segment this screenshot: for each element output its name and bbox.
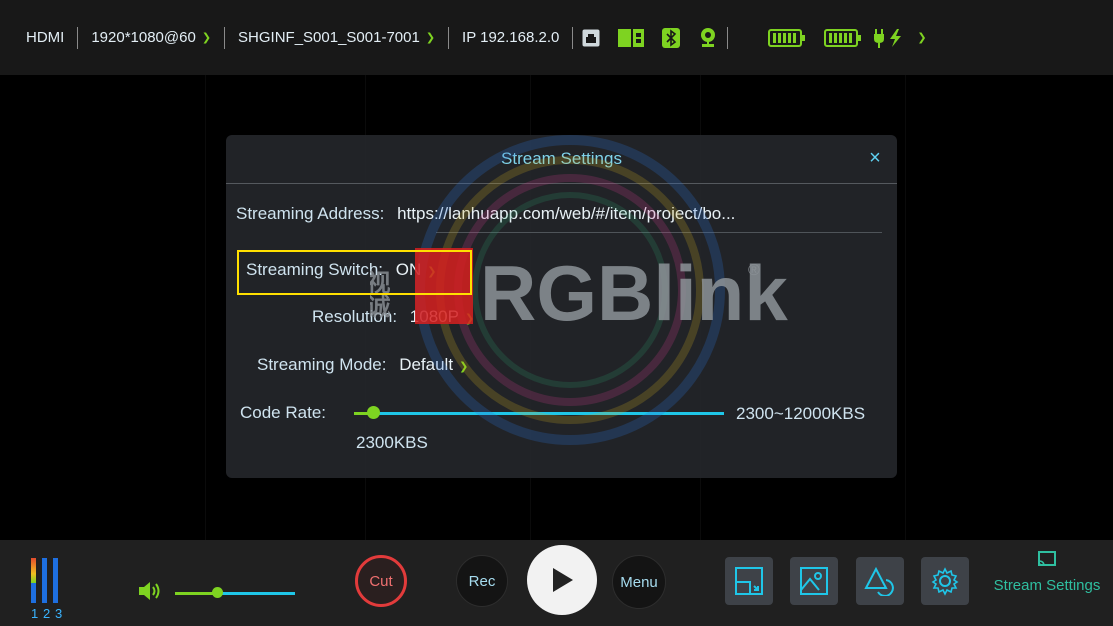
ip-address: IP 192.168.2.0 (462, 29, 560, 46)
volume-fill (175, 592, 217, 595)
volume-icon[interactable] (137, 580, 161, 607)
streaming-address-label: Streaming Address: (236, 204, 385, 223)
separator (727, 26, 729, 49)
format-label: 1920*1080@60 (91, 29, 196, 46)
meter-label-2: 2 (43, 606, 51, 621)
audio-meter-1 (31, 558, 36, 603)
format-selector[interactable]: 1920*1080@60 ❯ (78, 29, 224, 46)
streaming-mode-row: Streaming Mode: Default ❯ (257, 355, 468, 375)
image-icon (800, 567, 828, 595)
device-id-label: SHGINF_S001_S001-7001 (238, 29, 420, 46)
cast-icon (1038, 551, 1056, 567)
dialog-title: Stream Settings (226, 135, 897, 184)
rec-button[interactable]: Rec (456, 555, 508, 607)
ethernet-icon[interactable] (582, 29, 600, 47)
status-bar: HDMI 1920*1080@60 ❯ SHGINF_S001_S001-700… (0, 0, 1113, 75)
shapes-icon (864, 566, 894, 596)
close-icon[interactable]: × (865, 148, 885, 168)
chevron-right-icon: ❯ (464, 313, 475, 325)
address-underline (436, 232, 882, 233)
audio-meter-3 (53, 558, 58, 603)
code-rate-thumb[interactable] (366, 406, 380, 419)
stream-settings-button[interactable]: Stream Settings (982, 550, 1112, 594)
code-rate-label: Code Rate: (240, 403, 326, 422)
image-button[interactable] (790, 557, 838, 605)
webcam-icon[interactable] (698, 27, 718, 49)
volume-thumb[interactable] (212, 587, 223, 598)
sd-card-icon[interactable] (618, 28, 645, 47)
gear-icon (931, 567, 959, 596)
resolution-row: Resolution: 1080P ❯ (312, 307, 474, 327)
play-button[interactable] (527, 545, 597, 615)
chevron-right-icon[interactable]: ❯ (917, 31, 926, 44)
chevron-right-icon: ❯ (459, 361, 469, 373)
shapes-button[interactable] (856, 557, 904, 605)
meter-label-1: 1 (31, 606, 39, 621)
audio-meter-2 (42, 558, 47, 603)
chevron-right-icon: ❯ (201, 32, 212, 44)
resolution-value[interactable]: 1080P ❯ (410, 307, 474, 326)
bottom-control-bar: 1 2 3 Cut Rec Menu Stream Settings (0, 540, 1113, 626)
streaming-address-value[interactable]: https://lanhuapp.com/web/#/item/project/… (397, 204, 735, 223)
pip-icon (735, 567, 763, 595)
streaming-address-row: Streaming Address: https://lanhuapp.com/… (236, 204, 735, 224)
device-id-selector[interactable]: SHGINF_S001_S001-7001 ❯ (225, 29, 448, 46)
settings-button[interactable] (921, 557, 969, 605)
bluetooth-icon[interactable] (662, 27, 681, 48)
annotation-highlight-box (237, 250, 472, 295)
separator (572, 26, 574, 49)
resolution-label: Resolution: (312, 307, 398, 326)
streaming-mode-label: Streaming Mode: (257, 355, 387, 374)
code-rate-slider[interactable] (354, 406, 724, 419)
battery-icon (824, 28, 862, 47)
meter-label-3: 3 (55, 606, 63, 621)
input-source[interactable]: HDMI (0, 29, 77, 46)
battery-icon (768, 28, 806, 47)
menu-button[interactable]: Menu (612, 555, 666, 609)
code-rate-value: 2300KBS (356, 433, 428, 452)
play-icon (553, 568, 573, 592)
code-rate-range: 2300~12000KBS (736, 404, 866, 423)
stream-settings-label: Stream Settings (993, 577, 1101, 594)
chevron-right-icon: ❯ (425, 32, 436, 44)
power-charging-icon (873, 27, 907, 49)
streaming-mode-value[interactable]: Default ❯ (399, 355, 468, 374)
cut-button[interactable]: Cut (355, 555, 407, 607)
volume-slider[interactable] (175, 587, 295, 598)
pip-button[interactable] (725, 557, 773, 605)
stream-settings-dialog: Stream Settings × Streaming Address: htt… (226, 135, 897, 478)
